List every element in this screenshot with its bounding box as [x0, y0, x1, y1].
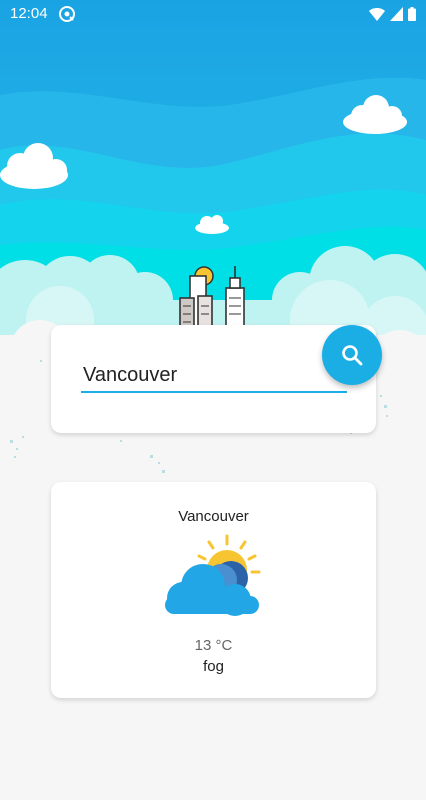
status-bar: 12:04 — [0, 0, 426, 28]
weather-description: fog — [203, 658, 224, 675]
weather-city-name: Vancouver — [178, 508, 249, 525]
status-time: 12:04 — [10, 5, 48, 22]
city-search-input[interactable] — [81, 359, 347, 393]
battery-icon — [408, 7, 416, 21]
search-button[interactable] — [322, 325, 382, 385]
sync-icon — [59, 6, 75, 22]
search-icon — [342, 345, 363, 366]
partly-cloudy-icon — [165, 534, 261, 616]
weather-temperature: 13 °C — [194, 637, 233, 654]
signal-icon — [390, 7, 403, 21]
weather-card: Vancouver 13 °C fog — [51, 482, 376, 698]
wifi-icon — [369, 8, 385, 21]
status-icons — [369, 5, 416, 23]
